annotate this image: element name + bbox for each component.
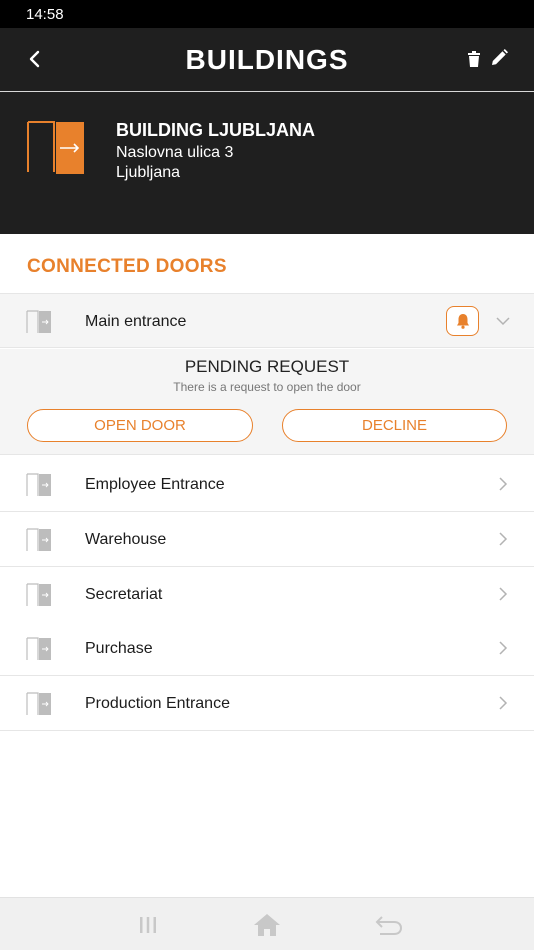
pending-request-subtitle: There is a request to open the door [173,380,361,394]
door-row-employee-entrance[interactable]: Employee Entrance [0,457,534,512]
decline-button[interactable]: DECLINE [282,409,507,442]
open-door-button[interactable]: OPEN DOOR [27,409,253,442]
building-address-city: Ljubljana [116,164,181,181]
door-icon [26,528,51,551]
door-icon [26,473,51,496]
door-request-button[interactable] [446,306,479,336]
door-icon [26,310,51,333]
delete-button[interactable] [461,46,487,72]
door-row-warehouse[interactable]: Warehouse [0,512,534,567]
door-label: Employee Entrance [85,475,225,493]
trash-icon [468,51,480,67]
door-row-main-entrance[interactable]: Main entrance [0,293,534,348]
door-icon [26,583,51,606]
door-icon [26,637,51,660]
status-bar: 14:58 [0,0,534,28]
door-enter-icon [27,121,84,174]
system-back-button[interactable] [372,908,406,942]
building-address-street: Naslovna ulica 3 [116,144,234,161]
home-icon [254,914,280,936]
chevron-down-icon[interactable] [494,312,512,330]
edit-button[interactable] [486,45,512,71]
building-header: BUILDING LJUBLJANA Naslovna ulica 3 Ljub… [0,92,534,234]
chevron-right-icon [499,477,508,491]
status-time: 14:58 [26,5,64,23]
chevron-right-icon [499,696,508,710]
recent-apps-icon [140,917,156,933]
chevron-right-icon [499,641,508,655]
building-name: BUILDING LJUBLJANA [116,120,316,140]
recent-apps-button[interactable] [131,908,165,942]
chevron-right-icon [499,532,508,546]
door-row-purchase[interactable]: Purchase [0,621,534,676]
door-icon [26,692,51,715]
door-label: Main entrance [85,312,187,330]
pending-request-title: PENDING REQUEST [184,357,350,376]
door-label: Production Entrance [85,694,230,712]
back-arrow-icon [375,916,403,935]
door-label: Secretariat [85,585,163,603]
pencil-icon [492,49,508,65]
page-title: BUILDINGS [185,44,349,75]
door-row-production-entrance[interactable]: Production Entrance [0,676,534,731]
connected-doors-heading: CONNECTED DOORS [27,256,227,277]
system-navigation-bar [0,897,534,950]
chevron-right-icon [499,587,508,601]
bell-icon [456,314,469,329]
pending-request-panel: PENDING REQUEST There is a request to op… [0,349,534,455]
door-label: Warehouse [85,530,167,548]
home-button[interactable] [250,908,284,942]
door-row-secretariat[interactable]: Secretariat [0,567,534,622]
door-label: Purchase [85,639,153,657]
app-bar: BUILDINGS [0,28,534,92]
